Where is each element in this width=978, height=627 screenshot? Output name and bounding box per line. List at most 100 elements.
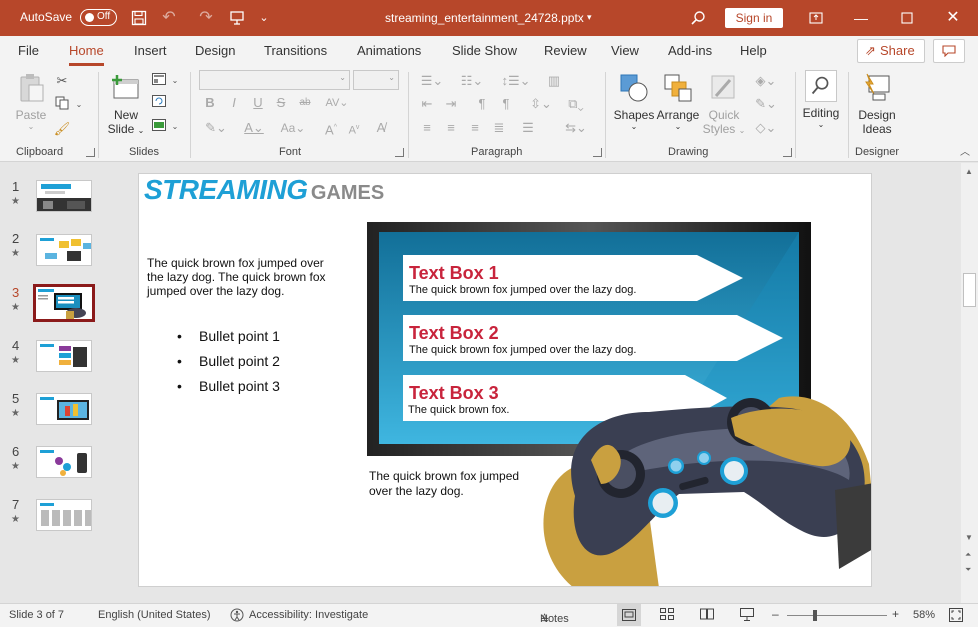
sign-in-button[interactable]: Sign in xyxy=(725,8,783,28)
tab-insert[interactable]: Insert xyxy=(134,43,167,58)
highlight-icon[interactable]: ✎⌄ xyxy=(201,119,231,137)
previous-slide-icon[interactable]: ⏶ xyxy=(965,550,971,560)
layout-dropdown-icon[interactable]: ⌄ xyxy=(166,72,184,90)
drawing-launcher-icon[interactable] xyxy=(783,148,792,157)
decrease-indent-icon[interactable]: ⇤ xyxy=(418,95,436,113)
copy-dropdown-icon[interactable]: ⌄ xyxy=(70,96,88,114)
slide-thumbnail-4[interactable] xyxy=(36,340,92,372)
comments-button[interactable] xyxy=(933,39,965,63)
copy-icon[interactable] xyxy=(53,96,71,114)
underline-icon[interactable]: U xyxy=(249,94,267,112)
normal-view-button[interactable] xyxy=(617,604,641,626)
language-status[interactable]: English (United States) xyxy=(98,609,211,621)
shadow-icon[interactable]: S xyxy=(272,94,290,112)
strikethrough-icon[interactable]: ab xyxy=(296,94,314,112)
accessibility-status[interactable]: Accessibility: Investigate xyxy=(249,609,368,621)
reading-view-icon[interactable] xyxy=(700,608,714,623)
text-box-2-body[interactable]: The quick brown fox jumped over the lazy… xyxy=(409,344,636,356)
format-painter-icon[interactable]: 🖌 xyxy=(53,120,71,138)
left-to-right-icon[interactable]: ¶ xyxy=(473,95,491,113)
zoom-in-button[interactable]: + xyxy=(892,607,899,621)
next-slide-icon[interactable]: ⏷ xyxy=(965,565,971,575)
vertical-scrollbar[interactable]: ▲ ▼ ⏶ ⏷ xyxy=(961,163,978,603)
slideshow-view-icon[interactable] xyxy=(740,608,754,624)
slide-title[interactable]: STREAMING GAMES xyxy=(144,174,384,206)
presenter-icon[interactable] xyxy=(225,6,249,30)
zoom-level[interactable]: 58% xyxy=(913,609,935,621)
title-dropdown-icon[interactable]: ▾ xyxy=(587,12,592,23)
shapes-button[interactable]: Shapes ⌄ xyxy=(612,72,656,131)
tab-design[interactable]: Design xyxy=(195,43,235,58)
slide-canvas[interactable]: STREAMING GAMES The quick brown fox jump… xyxy=(138,173,872,587)
fit-to-window-icon[interactable] xyxy=(948,607,964,626)
zoom-slider-thumb[interactable] xyxy=(813,610,817,621)
character-spacing-icon[interactable]: AV⌄ xyxy=(322,94,352,112)
paste-button[interactable]: Paste ⌄ xyxy=(12,72,50,131)
font-size-combo[interactable]: ⌄ xyxy=(353,70,399,90)
cut-icon[interactable]: ✂ xyxy=(53,72,71,90)
bullet-list[interactable]: • Bullet point 1 • Bullet point 2 • Bullet … xyxy=(177,328,280,403)
text-box-1-title[interactable]: Text Box 1 xyxy=(409,263,499,284)
left-paragraph[interactable]: The quick brown fox jumped over the lazy… xyxy=(147,256,339,298)
shape-fill-icon[interactable]: ◈⌄ xyxy=(751,72,781,90)
font-name-combo[interactable]: ⌄ xyxy=(199,70,350,90)
text-box-3-body[interactable]: The quick brown fox. xyxy=(408,404,510,416)
shape-outline-icon[interactable]: ✎⌄ xyxy=(751,95,781,113)
tab-home[interactable]: Home xyxy=(69,43,104,66)
slide-thumbnail-3[interactable] xyxy=(33,284,95,322)
save-icon[interactable] xyxy=(127,6,151,30)
columns-icon[interactable]: ▥ xyxy=(545,72,563,90)
zoom-out-button[interactable]: – xyxy=(772,607,779,621)
tab-animations[interactable]: Animations xyxy=(357,43,421,58)
clear-formatting-icon[interactable]: A̸ xyxy=(372,119,390,137)
tab-view[interactable]: View xyxy=(611,43,639,58)
tab-help[interactable]: Help xyxy=(740,43,767,58)
align-center-icon[interactable]: ≡ xyxy=(442,119,460,137)
collapse-ribbon-icon[interactable]: ︿ xyxy=(956,144,974,162)
clipboard-launcher-icon[interactable] xyxy=(86,148,95,157)
scrollbar-thumb[interactable] xyxy=(963,273,976,307)
change-case-icon[interactable]: Aa⌄ xyxy=(278,119,308,137)
slide-thumbnail-7[interactable] xyxy=(36,499,92,531)
tab-file[interactable]: File xyxy=(18,43,39,58)
slide-thumbnail-5[interactable] xyxy=(36,393,92,425)
scroll-down-icon[interactable]: ▼ xyxy=(965,533,973,542)
customize-toolbar-icon[interactable]: ⌄ xyxy=(252,6,276,30)
bold-icon[interactable]: B xyxy=(201,94,219,112)
scroll-up-icon[interactable]: ▲ xyxy=(965,167,973,176)
line-spacing-icon[interactable]: ↕☰⌄ xyxy=(501,72,531,90)
redo-icon[interactable]: ↷ xyxy=(194,6,218,30)
bullets-icon[interactable]: ☰⌄ xyxy=(417,72,447,90)
increase-indent-icon[interactable]: ⇥ xyxy=(442,95,460,113)
text-direction-icon[interactable]: ⇆⌄ xyxy=(562,119,590,137)
text-box-2-title[interactable]: Text Box 2 xyxy=(409,323,499,344)
shrink-font-icon[interactable]: Av xyxy=(345,119,363,137)
zoom-slider-track[interactable] xyxy=(787,615,887,616)
ribbon-display-icon[interactable] xyxy=(804,6,828,30)
minimize-button[interactable]: — xyxy=(849,6,873,30)
undo-icon[interactable]: ↶ xyxy=(157,6,181,30)
close-button[interactable]: ✕ xyxy=(941,6,965,30)
smartart-icon[interactable]: ⧉⌄ xyxy=(562,95,590,113)
slide-sorter-icon[interactable] xyxy=(660,608,674,623)
search-icon[interactable] xyxy=(686,6,710,30)
italic-icon[interactable]: I xyxy=(225,94,243,112)
slide-thumbnail-6[interactable] xyxy=(36,446,92,478)
tab-review[interactable]: Review xyxy=(544,43,587,58)
share-button[interactable]: ⇗ Share xyxy=(857,39,925,63)
font-launcher-icon[interactable] xyxy=(395,148,404,157)
text-box-3-title[interactable]: Text Box 3 xyxy=(409,383,499,404)
slide-thumbnail-1[interactable] xyxy=(36,180,92,212)
autosave-toggle[interactable]: Off xyxy=(80,9,117,26)
align-left-icon[interactable]: ≡ xyxy=(418,119,436,137)
game-controller-graphic[interactable] xyxy=(539,384,872,587)
right-to-left-icon[interactable]: ¶ xyxy=(497,95,515,113)
slide-thumbnail-2[interactable] xyxy=(36,234,92,266)
quick-styles-button[interactable]: Quick Styles ⌄ xyxy=(702,72,746,136)
align-right-icon[interactable]: ≡ xyxy=(466,119,484,137)
tab-add-ins[interactable]: Add-ins xyxy=(668,43,712,58)
new-slide-button[interactable]: New Slide ⌄ xyxy=(105,72,147,136)
text-box-1-body[interactable]: The quick brown fox jumped over the lazy… xyxy=(409,284,636,296)
section-dropdown-icon[interactable]: ⌄ xyxy=(166,118,184,136)
font-color-icon[interactable]: A⌄ xyxy=(239,119,269,137)
